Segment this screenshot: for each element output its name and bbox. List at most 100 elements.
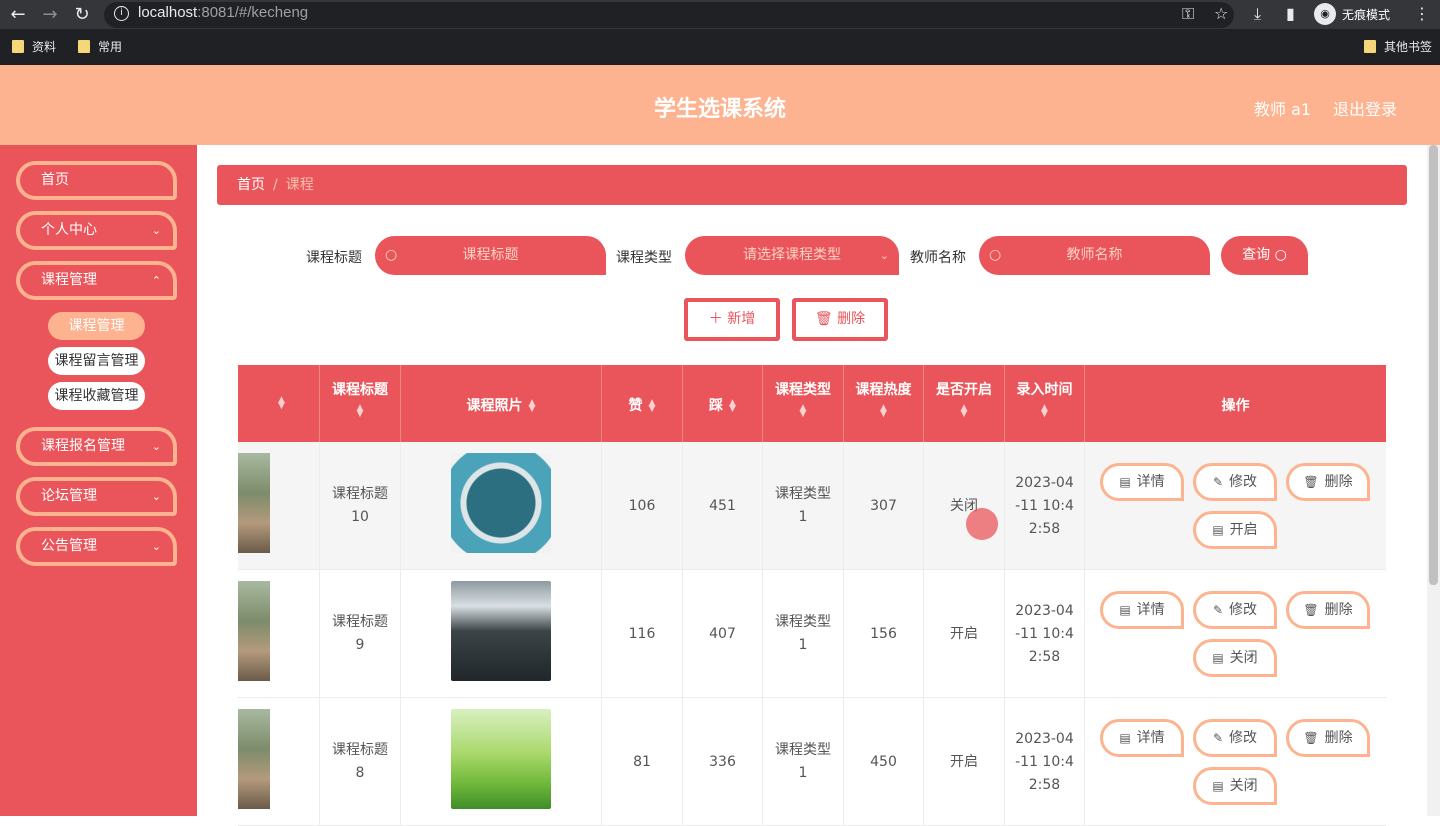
edit-button[interactable]: ✎ 修改 bbox=[1193, 463, 1277, 501]
sort-icon[interactable]: ▲ ▼ bbox=[649, 399, 656, 414]
add-button[interactable]: ＋ 新增 bbox=[684, 298, 780, 341]
submenu-course-management[interactable]: 课程管理 bbox=[48, 312, 145, 340]
sort-icon[interactable]: ▲ ▼ bbox=[844, 404, 923, 419]
click-indicator bbox=[966, 508, 998, 540]
logout-link[interactable]: 退出登录 bbox=[1333, 96, 1397, 120]
course-photo[interactable] bbox=[451, 709, 551, 809]
trash-icon: 🗑︎ bbox=[814, 311, 833, 327]
document-icon: ▤ bbox=[1119, 603, 1131, 617]
table-cell-photo bbox=[401, 442, 602, 570]
query-button[interactable]: 查询 ○ bbox=[1221, 236, 1308, 275]
column-header-heat[interactable]: 课程热度 ▲ ▼ bbox=[844, 365, 924, 442]
bookmark-folder[interactable]: 常用 bbox=[78, 38, 122, 55]
trash-icon: 🗑︎ bbox=[1303, 475, 1319, 489]
breadcrumb-home[interactable]: 首页 bbox=[237, 177, 265, 193]
detail-button[interactable]: ▤ 详情 bbox=[1100, 719, 1184, 757]
detail-button[interactable]: ▤ 详情 bbox=[1100, 463, 1184, 501]
bookmarks-bar: 资料 常用 其他书签 bbox=[0, 29, 1440, 65]
sort-icon[interactable]: ▲ ▼ bbox=[278, 396, 285, 411]
submenu-course-comments[interactable]: 课程留言管理 bbox=[48, 347, 145, 375]
incognito-indicator[interactable]: ◉ 无痕模式 bbox=[1314, 3, 1390, 25]
table-cell-photo bbox=[401, 570, 602, 698]
column-header-title[interactable]: 课程标题 ▲ ▼ bbox=[320, 365, 401, 442]
sidebar-item-home[interactable]: 首页 bbox=[16, 161, 177, 200]
sort-icon[interactable]: ▲ ▼ bbox=[763, 404, 843, 419]
browser-chrome: ← → ↻ i localhost:8081/#/kecheng ⚿ ☆ ⤓ ▮… bbox=[0, 0, 1440, 65]
toggle-open-button[interactable]: ▤ 关闭 bbox=[1193, 639, 1277, 677]
current-user: 教师 a1 bbox=[1254, 100, 1312, 119]
folder-icon bbox=[78, 40, 90, 53]
teacher-search-input[interactable]: ○ 教师名称 bbox=[979, 236, 1210, 275]
incognito-label: 无痕模式 bbox=[1342, 7, 1391, 22]
column-header-time[interactable]: 录入时间 ▲ ▼ bbox=[1005, 365, 1085, 442]
sort-icon[interactable]: ▲ ▼ bbox=[320, 404, 400, 419]
table-header: ▲ ▼ 课程标题 ▲ ▼ 课程照片 ▲ ▼ 赞 ▲ ▼ 踩 ▲ ▼ 课程类型 ▲ ▼ 课程热度 ▲ ▼ 是… bbox=[238, 365, 1386, 442]
column-header-type[interactable]: 课程类型 ▲ ▼ bbox=[763, 365, 844, 442]
sort-icon[interactable]: ▲ ▼ bbox=[1005, 404, 1084, 419]
column-header-likes[interactable]: 赞 ▲ ▼ bbox=[602, 365, 683, 442]
star-icon[interactable]: ☆ bbox=[1214, 4, 1228, 23]
table-cell-open: 开启 bbox=[924, 698, 1005, 826]
other-bookmarks[interactable]: 其他书签 bbox=[1364, 38, 1432, 55]
table-cell-dislikes: 451 bbox=[683, 442, 763, 570]
sidebar-item-enrollment[interactable]: 课程报名管理 ⌄ bbox=[16, 427, 177, 466]
bookmark-folder[interactable]: 资料 bbox=[12, 38, 56, 55]
document-icon: ▤ bbox=[1212, 651, 1224, 665]
column-header-dislikes[interactable]: 踩 ▲ ▼ bbox=[683, 365, 763, 442]
scrollbar-thumb[interactable] bbox=[1429, 145, 1438, 585]
incognito-icon: ◉ bbox=[1314, 3, 1336, 25]
detail-button[interactable]: ▤ 详情 bbox=[1100, 591, 1184, 629]
table-row: 课程标题8 81 336 课程类型1 450 开启 2023-04-11 10:… bbox=[238, 698, 1386, 826]
sidebar-item-course-management[interactable]: 课程管理 ⌃ bbox=[16, 261, 177, 300]
table-cell bbox=[238, 570, 320, 698]
sidepanel-icon[interactable]: ▮ bbox=[1286, 4, 1295, 23]
toggle-open-button[interactable]: ▤ 开启 bbox=[1193, 511, 1277, 549]
page-scrollbar[interactable] bbox=[1427, 145, 1440, 816]
column-header-photo[interactable]: 课程照片 ▲ ▼ bbox=[401, 365, 602, 442]
course-photo[interactable] bbox=[451, 581, 551, 681]
edit-button[interactable]: ✎ 修改 bbox=[1193, 719, 1277, 757]
reload-icon[interactable]: ↻ bbox=[70, 3, 94, 27]
table-cell bbox=[238, 442, 320, 570]
course-thumbnail bbox=[238, 453, 270, 553]
app-title: 学生选课系统 bbox=[653, 97, 786, 122]
back-icon[interactable]: ← bbox=[6, 3, 30, 27]
course-thumbnail bbox=[238, 581, 270, 681]
column-header-image[interactable]: ▲ ▼ bbox=[238, 365, 320, 442]
site-info-icon[interactable]: i bbox=[114, 6, 129, 21]
chevron-down-icon: ⌄ bbox=[151, 540, 161, 553]
delete-button[interactable]: 🗑︎ 删除 bbox=[1286, 591, 1370, 629]
course-type-select[interactable]: 请选择课程类型 ⌄ bbox=[685, 236, 899, 275]
sidebar-item-forum[interactable]: 论坛管理 ⌄ bbox=[16, 477, 177, 516]
sort-icon[interactable]: ▲ ▼ bbox=[729, 399, 736, 414]
table-cell-time: 2023-04-11 10:42:58 bbox=[1005, 698, 1085, 826]
table-cell-heat: 156 bbox=[844, 570, 924, 698]
sidebar-item-notice[interactable]: 公告管理 ⌄ bbox=[16, 527, 177, 566]
table-cell-likes: 116 bbox=[602, 570, 683, 698]
filter-type-label: 课程类型 bbox=[616, 250, 672, 266]
column-header-open[interactable]: 是否开启 ▲ ▼ bbox=[924, 365, 1005, 442]
forward-icon[interactable]: → bbox=[38, 3, 62, 27]
edit-button[interactable]: ✎ 修改 bbox=[1193, 591, 1277, 629]
table-cell-open: 开启 bbox=[924, 570, 1005, 698]
key-icon[interactable]: ⚿ bbox=[1182, 4, 1194, 24]
sidebar-item-profile[interactable]: 个人中心 ⌄ bbox=[16, 211, 177, 250]
table-cell-time: 2023-04-11 10:42:58 bbox=[1005, 570, 1085, 698]
delete-button[interactable]: 🗑︎ 删除 bbox=[1286, 463, 1370, 501]
url-text[interactable]: localhost:8081/#/kecheng bbox=[138, 4, 308, 21]
batch-delete-button[interactable]: 🗑︎ 删除 bbox=[792, 298, 888, 341]
sort-icon[interactable]: ▲ ▼ bbox=[924, 404, 1004, 419]
pencil-icon: ✎ bbox=[1212, 731, 1224, 745]
course-photo[interactable] bbox=[451, 453, 551, 553]
sort-icon[interactable]: ▲ ▼ bbox=[529, 399, 536, 414]
download-icon[interactable]: ⤓ bbox=[1254, 4, 1261, 24]
delete-button[interactable]: 🗑︎ 删除 bbox=[1286, 719, 1370, 757]
submenu-course-favorites[interactable]: 课程收藏管理 bbox=[48, 382, 145, 410]
breadcrumb: 首页 / 课程 bbox=[217, 165, 1407, 205]
menu-icon[interactable]: ⋮ bbox=[1414, 4, 1430, 23]
title-search-input[interactable]: ○ 课程标题 bbox=[375, 236, 606, 275]
document-icon: ▤ bbox=[1212, 523, 1224, 537]
toggle-open-button[interactable]: ▤ 关闭 bbox=[1193, 767, 1277, 805]
table-cell-dislikes: 407 bbox=[683, 570, 763, 698]
main-content: 首页 / 课程 课程标题 ○ 课程标题 课程类型 请选择课程类型 ⌄ 教师名称 ○ … bbox=[197, 145, 1427, 826]
